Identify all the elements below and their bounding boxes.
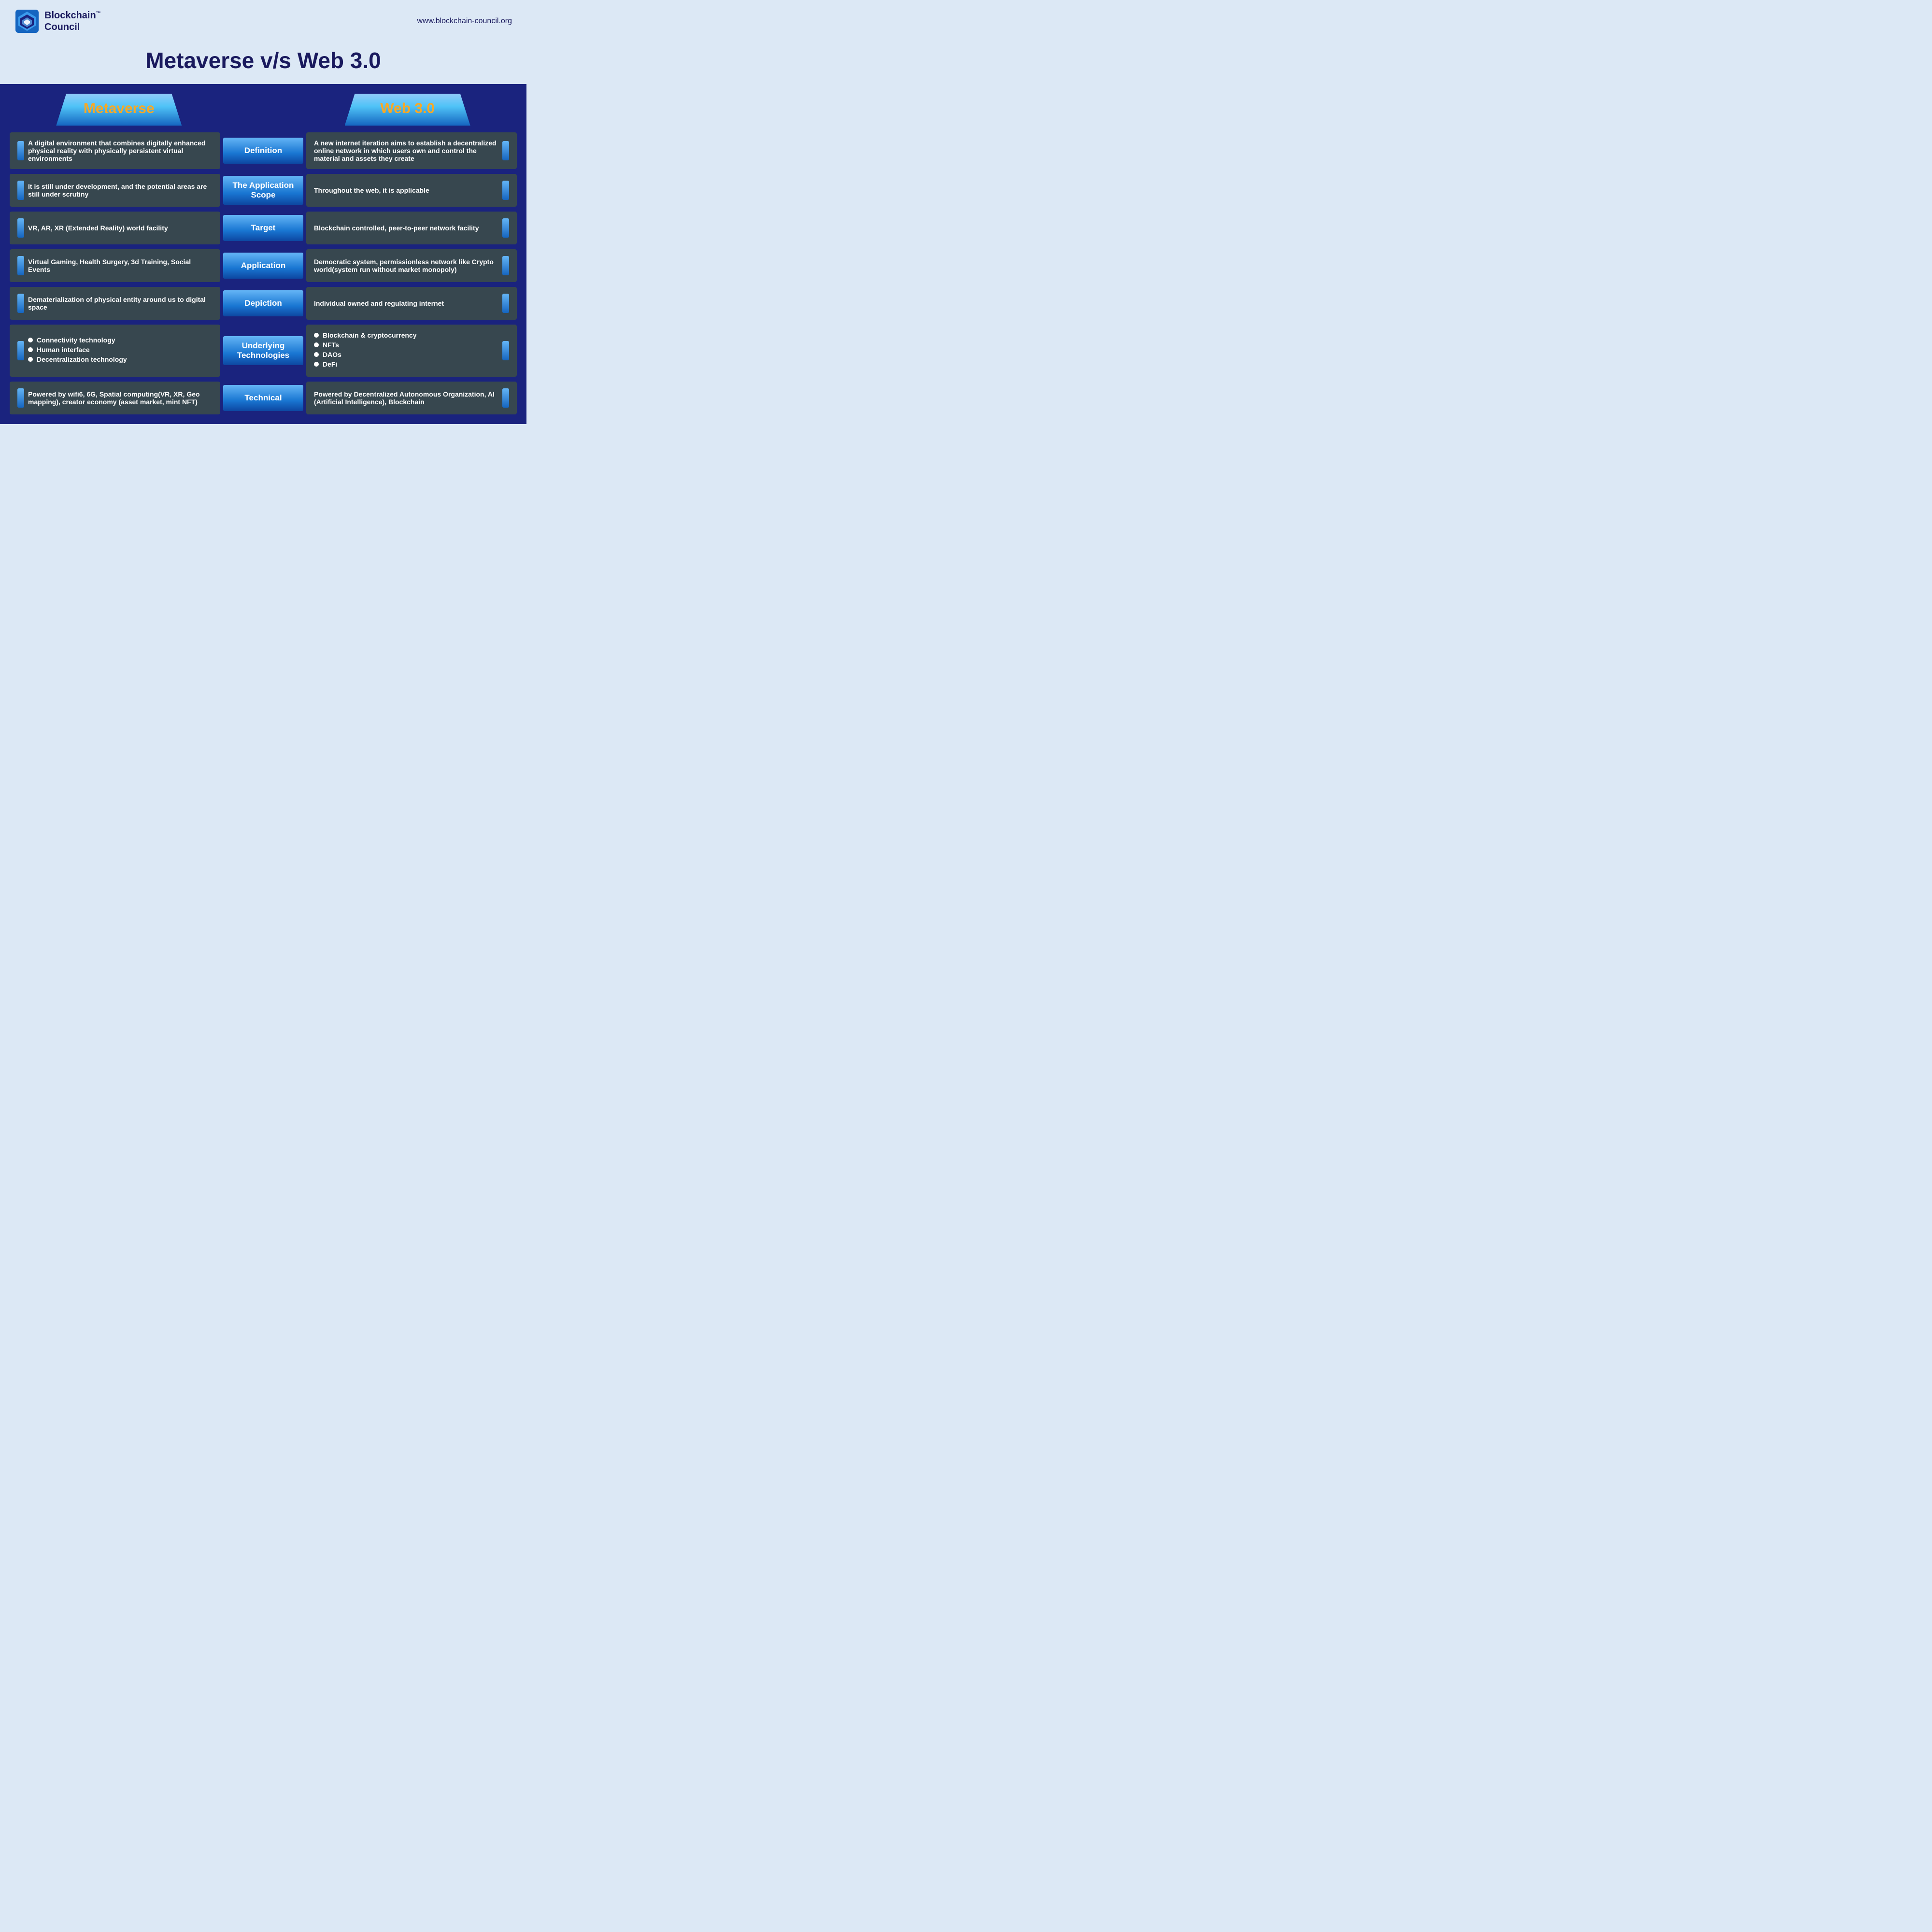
right-accent-bar [502, 294, 509, 313]
right-cell: Throughout the web, it is applicable [306, 174, 517, 207]
right-cell: Blockchain controlled, peer-to-peer netw… [306, 212, 517, 244]
left-cell: It is still under development, and the p… [10, 174, 220, 207]
left-cell-content: VR, AR, XR (Extended Reality) world faci… [28, 224, 213, 232]
left-cell: Powered by wifi6, 6G, Spatial computing(… [10, 382, 220, 414]
center-cell: Definition [223, 132, 303, 169]
right-cell-content: Throughout the web, it is applicable [314, 186, 498, 194]
right-cell: Powered by Decentralized Autonomous Orga… [306, 382, 517, 414]
right-accent-bar [502, 141, 509, 160]
left-cell-content: Powered by wifi6, 6G, Spatial computing(… [28, 390, 213, 406]
right-cell-content: A new internet iteration aims to establi… [314, 139, 498, 162]
list-item: Connectivity technology [28, 336, 213, 344]
header: Blockchain™ Council www.blockchain-counc… [0, 0, 526, 39]
left-accent-bar [17, 341, 24, 360]
left-column-header: Metaverse [14, 94, 224, 126]
column-headers: Metaverse Web 3.0 [10, 94, 517, 126]
left-accent-bar [17, 294, 24, 313]
center-cell: Technical [223, 382, 303, 414]
list-item: Blockchain & cryptocurrency [314, 331, 498, 339]
right-accent-bar [502, 341, 509, 360]
left-cell-content: Virtual Gaming, Health Surgery, 3d Train… [28, 258, 213, 273]
brand-sub: Council [44, 21, 101, 33]
bullet-dot [314, 352, 319, 357]
left-accent-bar [17, 388, 24, 408]
right-accent-bar [502, 218, 509, 238]
comparison-row: Dematerialization of physical entity aro… [10, 287, 517, 320]
metaverse-label: Metaverse [84, 100, 155, 116]
right-cell: A new internet iteration aims to establi… [306, 132, 517, 169]
right-cell: Blockchain & cryptocurrency NFTs DAOs DeFi [306, 325, 517, 377]
logo-text: Blockchain™ Council [44, 10, 101, 33]
right-cell-content: Powered by Decentralized Autonomous Orga… [314, 390, 498, 406]
right-cell-content: Democratic system, permissionless networ… [314, 258, 498, 273]
bullet-dot [28, 347, 33, 352]
right-column-header: Web 3.0 [303, 94, 512, 126]
left-accent-bar [17, 256, 24, 275]
right-accent-bar [502, 256, 509, 275]
right-cell: Individual owned and regulating internet [306, 287, 517, 320]
bullet-dot [314, 362, 319, 367]
left-cell: Dematerialization of physical entity aro… [10, 287, 220, 320]
list-item: Human interface [28, 346, 213, 354]
center-label: Technical [223, 385, 303, 411]
comparison-container: Metaverse Web 3.0 A digital environment … [0, 84, 526, 424]
web3-label: Web 3.0 [380, 100, 435, 116]
brand-name: Blockchain™ [44, 10, 101, 21]
right-accent-bar [502, 388, 509, 408]
comparison-row: Powered by wifi6, 6G, Spatial computing(… [10, 382, 517, 414]
comparison-row: Connectivity technologyHuman interfaceDe… [10, 325, 517, 377]
website-url: www.blockchain-council.org [417, 17, 512, 26]
left-cell-content: It is still under development, and the p… [28, 183, 213, 198]
comparison-row: Virtual Gaming, Health Surgery, 3d Train… [10, 249, 517, 282]
list-item: DeFi [314, 360, 498, 368]
comparison-row: VR, AR, XR (Extended Reality) world faci… [10, 212, 517, 244]
left-cell: A digital environment that combines digi… [10, 132, 220, 169]
list-item: NFTs [314, 341, 498, 349]
right-cell-content: Individual owned and regulating internet [314, 299, 498, 307]
comparison-row: A digital environment that combines digi… [10, 132, 517, 169]
logo-area: Blockchain™ Council [14, 9, 101, 34]
left-accent-bar [17, 141, 24, 160]
right-cell-content: Blockchain controlled, peer-to-peer netw… [314, 224, 498, 232]
center-label: Definition [223, 138, 303, 164]
left-cell: VR, AR, XR (Extended Reality) world faci… [10, 212, 220, 244]
trademark: ™ [96, 11, 101, 16]
left-cell-content: Dematerialization of physical entity aro… [28, 296, 213, 311]
left-cell: Connectivity technology Human interfaceDe… [10, 325, 220, 377]
left-accent-bar [17, 181, 24, 200]
main-title: Metaverse v/s Web 3.0 [0, 39, 526, 84]
center-cell: Target [223, 212, 303, 244]
list-item: Decentralization technology [28, 355, 213, 363]
center-label: Underlying Technologies [223, 336, 303, 366]
bullet-dot [314, 333, 319, 338]
left-accent-bar [17, 218, 24, 238]
right-cell: Democratic system, permissionless networ… [306, 249, 517, 282]
web3-header-box: Web 3.0 [345, 94, 470, 126]
right-cell-content: Blockchain & cryptocurrency NFTs DAOs DeFi [314, 331, 498, 370]
center-cell: Depiction [223, 287, 303, 320]
bullet-dot [314, 342, 319, 347]
left-cell-content: A digital environment that combines digi… [28, 139, 213, 162]
center-label: The Application Scope [223, 176, 303, 205]
center-cell: Application [223, 249, 303, 282]
center-label: Application [223, 253, 303, 279]
right-accent-bar [502, 181, 509, 200]
center-cell: The Application Scope [223, 174, 303, 207]
center-cell: Underlying Technologies [223, 325, 303, 377]
metaverse-header-box: Metaverse [56, 94, 182, 126]
rows-area: A digital environment that combines digi… [10, 132, 517, 414]
bullet-dot [28, 338, 33, 342]
bullet-dot [28, 357, 33, 362]
center-label: Depiction [223, 290, 303, 316]
comparison-row: It is still under development, and the p… [10, 174, 517, 207]
left-cell-content: Connectivity technology Human interfaceDe… [28, 336, 213, 365]
center-label: Target [223, 215, 303, 241]
left-cell: Virtual Gaming, Health Surgery, 3d Train… [10, 249, 220, 282]
blockchain-council-logo-icon [14, 9, 40, 34]
list-item: DAOs [314, 351, 498, 358]
